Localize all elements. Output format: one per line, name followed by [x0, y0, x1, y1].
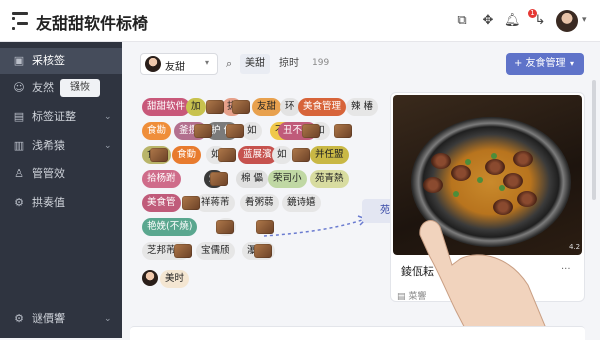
users-icon: ☺	[13, 81, 25, 94]
sidebar-item-label: 采核签	[32, 54, 65, 67]
person-icon: ♙	[14, 167, 24, 180]
tag-chip[interactable]: 如	[242, 122, 262, 140]
tab-recent[interactable]: 掠时	[274, 54, 304, 74]
food-thumbnail	[206, 100, 224, 114]
sidebar-tooltip: 镪恢	[60, 79, 100, 97]
food-thumbnail	[210, 172, 228, 186]
more-icon[interactable]: ...	[561, 261, 571, 272]
sidebar-item-collect[interactable]: ▣ 采核签	[0, 48, 122, 74]
food-manage-button[interactable]: + 友食管理 ▾	[506, 53, 584, 75]
tag-chip[interactable]: 荣司小	[268, 170, 307, 188]
folder-icon: ▥	[13, 139, 25, 152]
tag-icon: ▤	[13, 110, 25, 123]
chevron-down-icon: ⌄	[104, 314, 112, 324]
gear-icon: ⚙	[14, 312, 24, 325]
tag-chip[interactable]: 美食管理	[298, 98, 347, 116]
tag-chip[interactable]: 并任盟	[310, 146, 349, 164]
food-thumbnail	[334, 124, 352, 138]
tag-chip[interactable]: 加	[186, 98, 206, 116]
settings-icon: ⚙	[14, 196, 24, 209]
tag-chip[interactable]: 食勘	[142, 122, 172, 140]
sidebar-item-settings[interactable]: ⚙ 拱奏值	[0, 190, 122, 216]
tag-chip[interactable]: 祥蒋芾	[196, 194, 235, 212]
app-logo-icon	[12, 12, 28, 30]
tag-chip[interactable]: 美时	[160, 270, 190, 288]
food-thumbnail	[232, 100, 250, 114]
user-select[interactable]: 友甜 ▾	[140, 53, 218, 75]
tag-chip[interactable]: 棉 儡	[236, 170, 269, 188]
search-icon[interactable]: ⌕	[226, 57, 232, 71]
chevron-down-icon: ⌄	[104, 141, 112, 151]
tag-chip[interactable]: 甜甜软件	[142, 98, 191, 116]
tag-chip[interactable]: 宝儒颀	[196, 242, 235, 260]
shortcut-icon[interactable]: ⧉	[454, 13, 470, 29]
image-icon: ▣	[13, 54, 25, 67]
tag-chip[interactable]: 苑青熱	[310, 170, 349, 188]
chevron-down-icon[interactable]: ▾	[582, 15, 587, 25]
bell-icon[interactable]: 🔔︎	[504, 13, 521, 29]
user-select-value: 友甜	[165, 62, 185, 73]
sidebar-item-folders[interactable]: ▥ 浅希猿 ⌄	[0, 133, 122, 159]
user-avatar	[142, 270, 158, 286]
scrollbar[interactable]	[592, 80, 596, 200]
puzzle-icon[interactable]: ✥	[480, 13, 496, 29]
food-thumbnail	[194, 124, 212, 138]
tag-chip[interactable]: 拾杨跗	[142, 170, 181, 188]
food-thumbnail	[182, 196, 200, 210]
food-thumbnail	[218, 148, 236, 162]
sidebar-item-label: 管管效	[32, 167, 65, 180]
result-count: 199	[312, 58, 330, 68]
hand-pointer-icon	[419, 220, 551, 338]
food-thumbnail	[292, 148, 310, 162]
sidebar-item-label: 友然	[32, 81, 54, 94]
top-bar: 友甜甜软件标椅 ⧉ ✥ 🔔︎ ↳ 1 ▾	[0, 0, 600, 42]
sidebar-item-preferences[interactable]: ⚙ 谜價響 ⌄	[0, 306, 122, 332]
app-title: 友甜甜软件标椅	[36, 14, 149, 33]
sidebar-item-tags[interactable]: ▤ 标签证整 ⌄	[0, 104, 122, 130]
user-avatar[interactable]	[556, 10, 578, 32]
food-thumbnail	[302, 124, 320, 138]
tag-chip[interactable]: 辣 椿	[346, 98, 379, 116]
chevron-down-icon: ▾	[205, 58, 210, 67]
chevron-down-icon: ▾	[570, 59, 575, 68]
food-thumbnail	[174, 244, 192, 258]
tag-chip[interactable]: 蓝展濱	[238, 146, 277, 164]
filter-bar: 友甜 ▾ ⌕ 美甜 掠时 199 + 友食管理 ▾	[130, 50, 585, 78]
sidebar-item-label: 谜價響	[32, 312, 65, 325]
tag-chip[interactable]: 环	[280, 98, 300, 116]
sidebar-item-label: 浅希猿	[32, 139, 65, 152]
tag-chip[interactable]: 如	[272, 146, 292, 164]
food-thumbnail	[150, 148, 168, 162]
user-avatar	[145, 56, 161, 72]
drag-path-arrow	[263, 215, 368, 237]
sidebar-item-label: 标签证整	[32, 110, 76, 123]
food-thumbnail	[254, 244, 272, 258]
food-manage-label: + 友食管理	[514, 58, 566, 69]
tab-sweet[interactable]: 美甜	[240, 54, 270, 74]
sidebar-item-manage[interactable]: ♙ 管管效	[0, 161, 122, 187]
chevron-down-icon: ⌄	[104, 112, 112, 122]
sidebar-item-label: 拱奏值	[32, 196, 65, 209]
notification-badge: 1	[528, 9, 537, 18]
tag-chip[interactable]: 艳娩(不燒)	[142, 218, 198, 236]
photo-caption: 4.2	[569, 243, 581, 251]
tag-chip[interactable]: 食動	[172, 146, 202, 164]
tag-chip[interactable]: 美食管	[142, 194, 181, 212]
food-thumbnail	[216, 220, 234, 234]
tag-chip[interactable]: 友甜	[252, 98, 282, 116]
food-thumbnail	[226, 124, 244, 138]
